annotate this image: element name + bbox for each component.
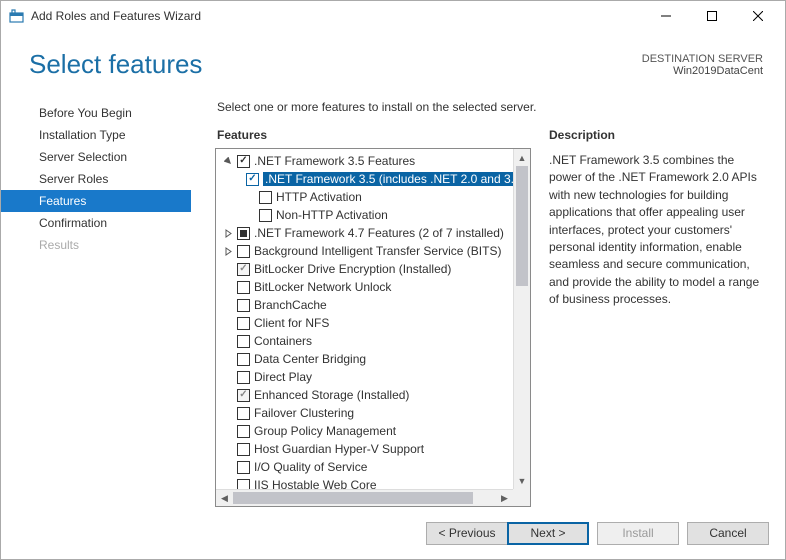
feature-checkbox[interactable] (237, 479, 250, 490)
feature-checkbox[interactable] (237, 425, 250, 438)
scroll-right-icon[interactable]: ▶ (496, 490, 513, 506)
horizontal-scrollbar[interactable]: ◀ ▶ (216, 489, 513, 506)
feature-label[interactable]: Non-HTTP Activation (276, 208, 388, 222)
feature-label[interactable]: IIS Hostable Web Core (254, 478, 377, 489)
nav-item-server-roles[interactable]: Server Roles (1, 168, 191, 190)
feature-checkbox[interactable] (237, 263, 250, 276)
feature-label[interactable]: Background Intelligent Transfer Service … (254, 244, 501, 258)
next-button[interactable]: Next > (507, 522, 589, 545)
feature-label[interactable]: .NET Framework 3.5 Features (254, 154, 415, 168)
scroll-up-icon[interactable]: ▲ (514, 149, 530, 166)
scroll-thumb-h[interactable] (233, 492, 473, 504)
feature-row[interactable]: Failover Clustering (216, 404, 513, 422)
feature-label[interactable]: Containers (254, 334, 312, 348)
previous-button[interactable]: < Previous (426, 522, 508, 545)
feature-checkbox[interactable] (237, 389, 250, 402)
nav-item-results: Results (1, 234, 191, 256)
destination-server-block: DESTINATION SERVER Win2019DataCent (642, 49, 763, 77)
feature-label[interactable]: HTTP Activation (276, 190, 362, 204)
destination-server-label: DESTINATION SERVER (642, 53, 763, 65)
scroll-thumb[interactable] (516, 166, 528, 286)
feature-row[interactable]: Group Policy Management (216, 422, 513, 440)
cancel-button[interactable]: Cancel (687, 522, 769, 545)
feature-checkbox[interactable] (259, 209, 272, 222)
feature-checkbox[interactable] (237, 371, 250, 384)
feature-checkbox[interactable] (246, 173, 259, 186)
features-tree: .NET Framework 3.5 Features .NET Framewor… (215, 148, 531, 507)
nav-item-installation-type[interactable]: Installation Type (1, 124, 191, 146)
close-button[interactable] (735, 1, 781, 31)
instruction-text: Select one or more features to install o… (191, 90, 763, 128)
feature-checkbox[interactable] (237, 227, 250, 240)
feature-row[interactable]: IIS Hostable Web Core (216, 476, 513, 489)
feature-label[interactable]: BitLocker Network Unlock (254, 280, 391, 294)
nav-item-before-you-begin[interactable]: Before You Begin (1, 102, 191, 124)
features-tree-viewport[interactable]: .NET Framework 3.5 Features .NET Framewor… (216, 149, 513, 489)
scroll-corner (513, 489, 530, 506)
feature-checkbox[interactable] (237, 443, 250, 456)
feature-row[interactable]: BitLocker Drive Encryption (Installed) (216, 260, 513, 278)
feature-label[interactable]: I/O Quality of Service (254, 460, 367, 474)
app-icon (9, 8, 25, 24)
feature-label[interactable]: Client for NFS (254, 316, 329, 330)
feature-row[interactable]: Non-HTTP Activation (216, 206, 513, 224)
feature-checkbox[interactable] (259, 191, 272, 204)
feature-checkbox[interactable] (237, 461, 250, 474)
feature-row[interactable]: I/O Quality of Service (216, 458, 513, 476)
feature-checkbox[interactable] (237, 299, 250, 312)
feature-row[interactable]: Host Guardian Hyper-V Support (216, 440, 513, 458)
vertical-scrollbar[interactable]: ▲ ▼ (513, 149, 530, 489)
feature-checkbox[interactable] (237, 281, 250, 294)
expand-icon[interactable] (222, 227, 235, 240)
feature-row[interactable]: Direct Play (216, 368, 513, 386)
feature-row[interactable]: .NET Framework 3.5 Features (216, 152, 513, 170)
expand-icon[interactable] (222, 245, 235, 258)
feature-row[interactable]: .NET Framework 3.5 (includes .NET 2.0 an… (216, 170, 513, 188)
minimize-button[interactable] (643, 1, 689, 31)
feature-label[interactable]: Group Policy Management (254, 424, 396, 438)
nav-item-confirmation[interactable]: Confirmation (1, 212, 191, 234)
feature-label[interactable]: .NET Framework 3.5 (includes .NET 2.0 an… (263, 172, 513, 186)
nav-item-features[interactable]: Features (1, 190, 191, 212)
feature-row[interactable]: Background Intelligent Transfer Service … (216, 242, 513, 260)
description-heading: Description (549, 128, 763, 148)
install-button: Install (597, 522, 679, 545)
maximize-button[interactable] (689, 1, 735, 31)
feature-row[interactable]: BitLocker Network Unlock (216, 278, 513, 296)
wizard-nav: Before You BeginInstallation TypeServer … (1, 90, 191, 507)
window-title: Add Roles and Features Wizard (31, 9, 643, 23)
feature-checkbox[interactable] (237, 335, 250, 348)
features-heading: Features (191, 128, 531, 148)
feature-row[interactable]: .NET Framework 4.7 Features (2 of 7 inst… (216, 224, 513, 242)
feature-label[interactable]: Host Guardian Hyper-V Support (254, 442, 424, 456)
titlebar: Add Roles and Features Wizard (1, 1, 785, 31)
feature-label[interactable]: BranchCache (254, 298, 327, 312)
destination-server-value: Win2019DataCent (642, 65, 763, 77)
feature-checkbox[interactable] (237, 353, 250, 366)
feature-label[interactable]: .NET Framework 4.7 Features (2 of 7 inst… (254, 226, 504, 240)
feature-row[interactable]: HTTP Activation (216, 188, 513, 206)
feature-label[interactable]: Failover Clustering (254, 406, 354, 420)
feature-row[interactable]: Data Center Bridging (216, 350, 513, 368)
feature-row[interactable]: Containers (216, 332, 513, 350)
feature-row[interactable]: Enhanced Storage (Installed) (216, 386, 513, 404)
feature-checkbox[interactable] (237, 317, 250, 330)
feature-row[interactable]: BranchCache (216, 296, 513, 314)
feature-label[interactable]: BitLocker Drive Encryption (Installed) (254, 262, 451, 276)
feature-label[interactable]: Data Center Bridging (254, 352, 366, 366)
collapse-icon[interactable] (222, 155, 235, 168)
scroll-left-icon[interactable]: ◀ (216, 490, 233, 506)
page-title: Select features (29, 49, 642, 80)
feature-label[interactable]: Direct Play (254, 370, 312, 384)
feature-checkbox[interactable] (237, 155, 250, 168)
scroll-down-icon[interactable]: ▼ (514, 472, 530, 489)
wizard-footer: < Previous Next > Install Cancel (1, 507, 785, 559)
feature-checkbox[interactable] (237, 245, 250, 258)
description-text: .NET Framework 3.5 combines the power of… (549, 152, 763, 309)
feature-checkbox[interactable] (237, 407, 250, 420)
feature-label[interactable]: Enhanced Storage (Installed) (254, 388, 409, 402)
feature-row[interactable]: Client for NFS (216, 314, 513, 332)
nav-item-server-selection[interactable]: Server Selection (1, 146, 191, 168)
